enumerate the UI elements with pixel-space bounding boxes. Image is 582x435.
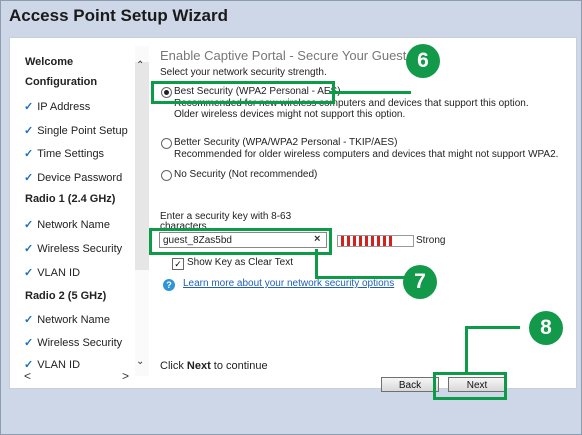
strength-segment — [383, 236, 386, 246]
nav-ip-address[interactable]: ✓ IP Address — [24, 100, 90, 113]
nav-vlan-id-1[interactable]: ✓ VLAN ID — [24, 266, 80, 279]
option-better-security-desc: Recommended for older wireless computers… — [174, 149, 559, 160]
nav-horizontal-scrollbar[interactable]: < > — [22, 369, 132, 385]
callout-7-line-v — [315, 249, 318, 277]
strength-segment — [341, 236, 344, 246]
radio-better-security[interactable] — [161, 138, 172, 149]
strength-segment — [347, 236, 350, 246]
wizard-window: Access Point Setup Wizard Welcome Config… — [0, 0, 582, 435]
nav-radio-2[interactable]: Radio 2 (5 GHz) — [25, 290, 106, 302]
strength-segment — [389, 236, 392, 246]
check-icon: ✓ — [24, 219, 34, 231]
callout-6: 6 — [406, 44, 440, 78]
nav-network-name-1[interactable]: ✓ Network Name — [24, 218, 110, 231]
check-icon: ✓ — [24, 148, 34, 160]
strength-segment — [353, 236, 356, 246]
nav-device-password[interactable]: ✓ Device Password — [24, 171, 122, 184]
nav-vlan-id-2[interactable]: ✓ VLAN ID — [24, 358, 80, 371]
scroll-right-icon[interactable]: > — [122, 369, 129, 383]
show-key-checkbox[interactable]: ✓ — [172, 258, 184, 270]
check-icon: ✓ — [24, 314, 34, 326]
check-icon: ✓ — [24, 337, 34, 349]
help-icon: ? — [163, 279, 175, 291]
check-icon: ✓ — [24, 267, 34, 279]
option-no-security-label[interactable]: No Security (Not recommended) — [174, 169, 317, 180]
back-button[interactable]: Back — [381, 377, 439, 392]
window-title: Access Point Setup Wizard — [9, 6, 229, 25]
nav-wireless-security-1[interactable]: ✓ Wireless Security — [24, 242, 122, 255]
scroll-left-icon[interactable]: < — [24, 369, 31, 383]
callout-8: 8 — [529, 311, 563, 345]
nav-time-settings[interactable]: ✓ Time Settings — [24, 147, 104, 160]
key-strength-meter — [337, 235, 414, 247]
nav-network-name-2[interactable]: ✓ Network Name — [24, 313, 110, 326]
highlight-next-button — [433, 372, 507, 400]
check-icon: ✓ — [24, 101, 34, 113]
callout-7: 7 — [403, 265, 437, 299]
highlight-key-input — [149, 228, 332, 255]
security-instruction: Select your network security strength. — [160, 67, 327, 78]
nav-single-point-setup[interactable]: ✓ Single Point Setup — [24, 124, 128, 137]
learn-more-link[interactable]: Learn more about your network security o… — [183, 278, 394, 289]
callout-8-line-h — [465, 326, 520, 329]
nav-configuration[interactable]: Configuration — [25, 76, 97, 88]
scroll-up-icon[interactable]: ⌃ — [136, 60, 144, 71]
nav-scrollbar-thumb[interactable] — [135, 62, 149, 270]
radio-no-security[interactable] — [161, 170, 172, 181]
option-better-security-label[interactable]: Better Security (WPA/WPA2 Personal - TKI… — [174, 137, 397, 148]
scroll-down-icon[interactable]: ⌄ — [136, 356, 144, 367]
highlight-best-security — [151, 81, 335, 104]
nav-radio-1[interactable]: Radio 1 (2.4 GHz) — [25, 193, 115, 205]
nav-wireless-security-2[interactable]: ✓ Wireless Security — [24, 336, 122, 349]
strength-segment — [371, 236, 374, 246]
nav-welcome[interactable]: Welcome — [25, 56, 73, 68]
strength-segment — [359, 236, 362, 246]
show-key-label[interactable]: Show Key as Clear Text — [187, 257, 293, 268]
strength-label: Strong — [416, 235, 446, 246]
check-icon: ✓ — [24, 243, 34, 255]
strength-segment — [377, 236, 380, 246]
strength-segment — [365, 236, 368, 246]
page-heading: Enable Captive Portal - Secure Your Gues… — [160, 48, 427, 63]
check-icon: ✓ — [24, 172, 34, 184]
wizard-nav: Welcome Configuration ✓ IP Address ✓ Singl… — [10, 38, 150, 388]
callout-7-line-h — [315, 276, 405, 279]
callout-6-line — [329, 91, 411, 94]
continue-instruction: Click Next to continue — [160, 360, 268, 372]
check-icon: ✓ — [24, 125, 34, 137]
callout-8-line-v — [465, 326, 468, 373]
option-best-security-note: Older wireless devices might not support… — [174, 109, 406, 120]
